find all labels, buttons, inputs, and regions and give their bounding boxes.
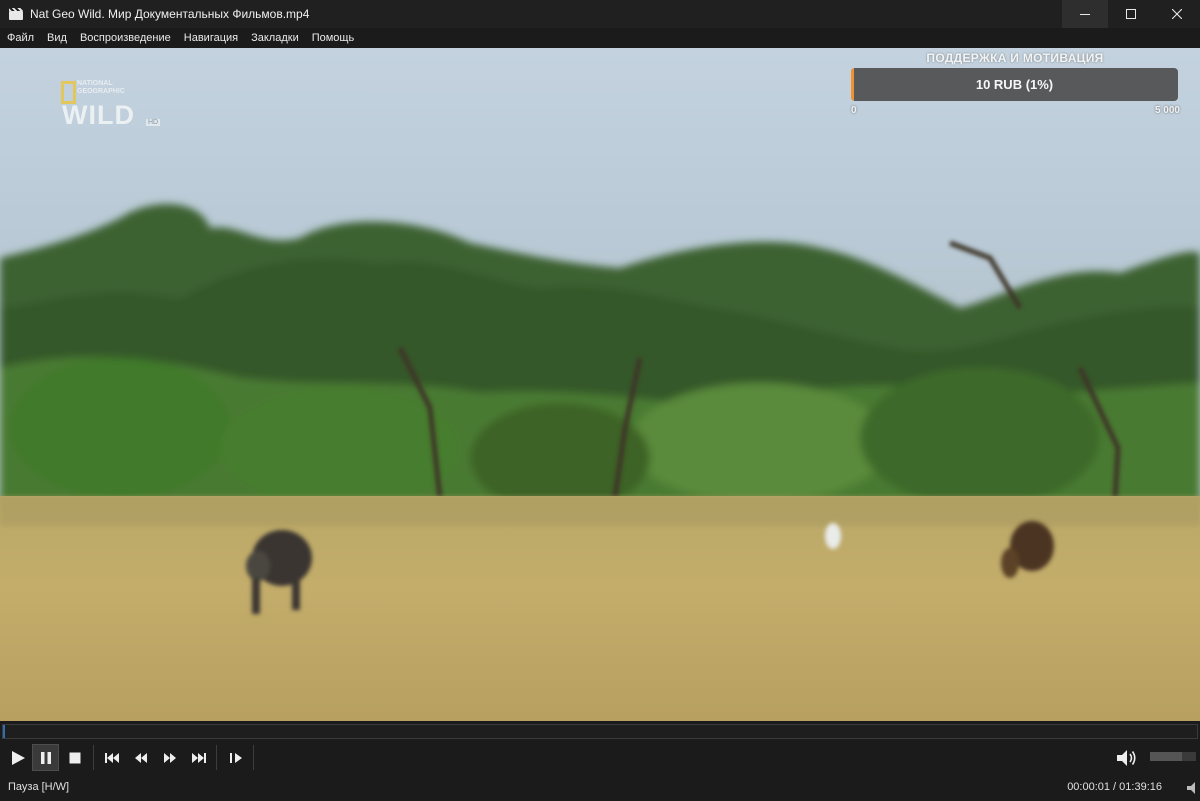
donation-widget: ПОДДЕРЖКА И МОТИВАЦИЯ 10 RUB (1%) 0 5 00… (850, 48, 1180, 123)
play-icon (11, 750, 25, 765)
minimize-icon (1080, 14, 1090, 15)
menu-file[interactable]: Файл (0, 32, 40, 44)
separator (93, 745, 94, 770)
close-button[interactable] (1154, 0, 1200, 28)
donation-max: 5 000 (1154, 105, 1180, 116)
maximize-icon (1126, 9, 1136, 19)
minimize-button[interactable] (1062, 0, 1108, 28)
donation-progress-bar: 10 RUB (1%) (851, 68, 1178, 101)
skip-next-icon (191, 752, 206, 763)
seek-progress (3, 725, 5, 738)
frame-step-button[interactable] (222, 744, 249, 771)
playback-status: Пауза [H/W] (8, 781, 70, 793)
separator (253, 745, 254, 770)
resize-grip-icon[interactable] (1184, 781, 1198, 795)
logo-badge: HD (146, 119, 161, 126)
volume-button[interactable] (1114, 746, 1138, 770)
logo-line1: NATIONAL (77, 80, 113, 87)
speaker-icon (1117, 750, 1136, 766)
play-button[interactable] (4, 744, 31, 771)
pause-button[interactable] (32, 744, 59, 771)
frame-step-icon (229, 752, 242, 763)
seek-bar-area (0, 721, 1200, 741)
rewind-icon (134, 752, 147, 763)
donation-amount: 10 RUB (1%) (975, 77, 1054, 92)
menu-bar: Файл Вид Воспроизведение Навигация Закла… (0, 28, 1200, 48)
skip-previous-icon (104, 752, 119, 763)
menu-bookmarks[interactable]: Закладки (244, 32, 305, 44)
menu-help[interactable]: Помощь (305, 32, 361, 44)
time-readout: 00:00:01 / 01:39:16 (1067, 781, 1162, 793)
skip-next-button[interactable] (185, 744, 212, 771)
window-controls (1062, 0, 1200, 28)
menu-playback[interactable]: Воспроизведение (73, 32, 177, 44)
maximize-button[interactable] (1108, 0, 1154, 28)
playback-controls (0, 741, 1200, 774)
title-bar[interactable]: Nat Geo Wild. Мир Документальных Фильмов… (0, 0, 1200, 28)
menu-navigation[interactable]: Навигация (177, 32, 244, 44)
volume-level (1150, 752, 1183, 761)
status-bar: Пауза [H/W] 00:00:01 / 01:39:16 (0, 774, 1200, 801)
fast-forward-icon (163, 752, 176, 763)
logo-wordmark: WILD (62, 100, 135, 130)
stop-icon (69, 752, 80, 763)
skip-previous-button[interactable] (98, 744, 125, 771)
donation-title: ПОДДЕРЖКА И МОТИВАЦИЯ (926, 51, 1104, 65)
savanna-scene (0, 204, 1200, 721)
video-frame[interactable]: NATIONAL GEOGRAPHIC WILD HD ПОДДЕРЖКА И … (0, 48, 1200, 721)
volume-slider[interactable] (1150, 752, 1196, 761)
separator (216, 745, 217, 770)
logo-line2: GEOGRAPHIC (77, 88, 125, 95)
close-icon (1172, 9, 1182, 19)
menu-view[interactable]: Вид (40, 32, 73, 44)
pause-icon (40, 751, 51, 764)
donation-min: 0 (851, 105, 857, 116)
rewind-button[interactable] (127, 744, 154, 771)
channel-logo: NATIONAL GEOGRAPHIC WILD HD (58, 78, 168, 133)
stop-button[interactable] (61, 744, 88, 771)
seek-bar[interactable] (2, 724, 1198, 739)
window-title: Nat Geo Wild. Мир Документальных Фильмов… (30, 7, 310, 21)
fast-forward-button[interactable] (156, 744, 183, 771)
clapperboard-icon (9, 8, 23, 20)
